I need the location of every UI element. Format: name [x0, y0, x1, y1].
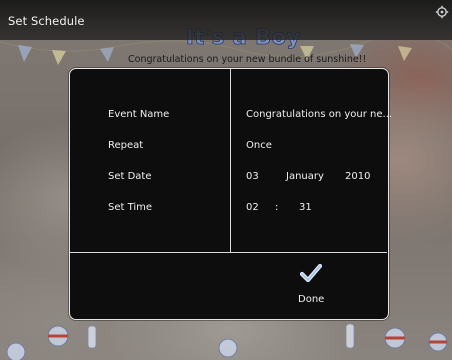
settings-icon[interactable] [435, 5, 449, 19]
event-name-label: Event Name [108, 109, 170, 120]
checkmark-icon [300, 263, 322, 283]
congratulations-subline: Congratulations on your new bundle of su… [128, 54, 367, 65]
window-title: Set Schedule [8, 14, 85, 28]
done-button[interactable]: Done [280, 263, 340, 313]
date-day-value[interactable]: 03 [246, 171, 259, 182]
column-divider [230, 69, 231, 252]
time-minute-value[interactable]: 31 [299, 202, 312, 213]
done-label: Done [298, 294, 325, 305]
event-name-value[interactable]: Congratulations on your ne... [246, 109, 392, 120]
time-separator: : [275, 202, 279, 213]
title-bar: Set Schedule [0, 0, 452, 40]
rattle-decorations [6, 323, 448, 360]
repeat-label: Repeat [108, 140, 144, 151]
set-schedule-dialog: Event Name Congratulations on your ne...… [69, 68, 392, 320]
date-year-value[interactable]: 2010 [345, 171, 370, 182]
repeat-value[interactable]: Once [246, 140, 272, 151]
set-date-label: Set Date [108, 171, 152, 182]
time-hour-value[interactable]: 02 [246, 202, 259, 213]
set-time-label: Set Time [108, 202, 153, 213]
footer-divider [70, 252, 387, 253]
date-month-value[interactable]: January [286, 171, 324, 182]
